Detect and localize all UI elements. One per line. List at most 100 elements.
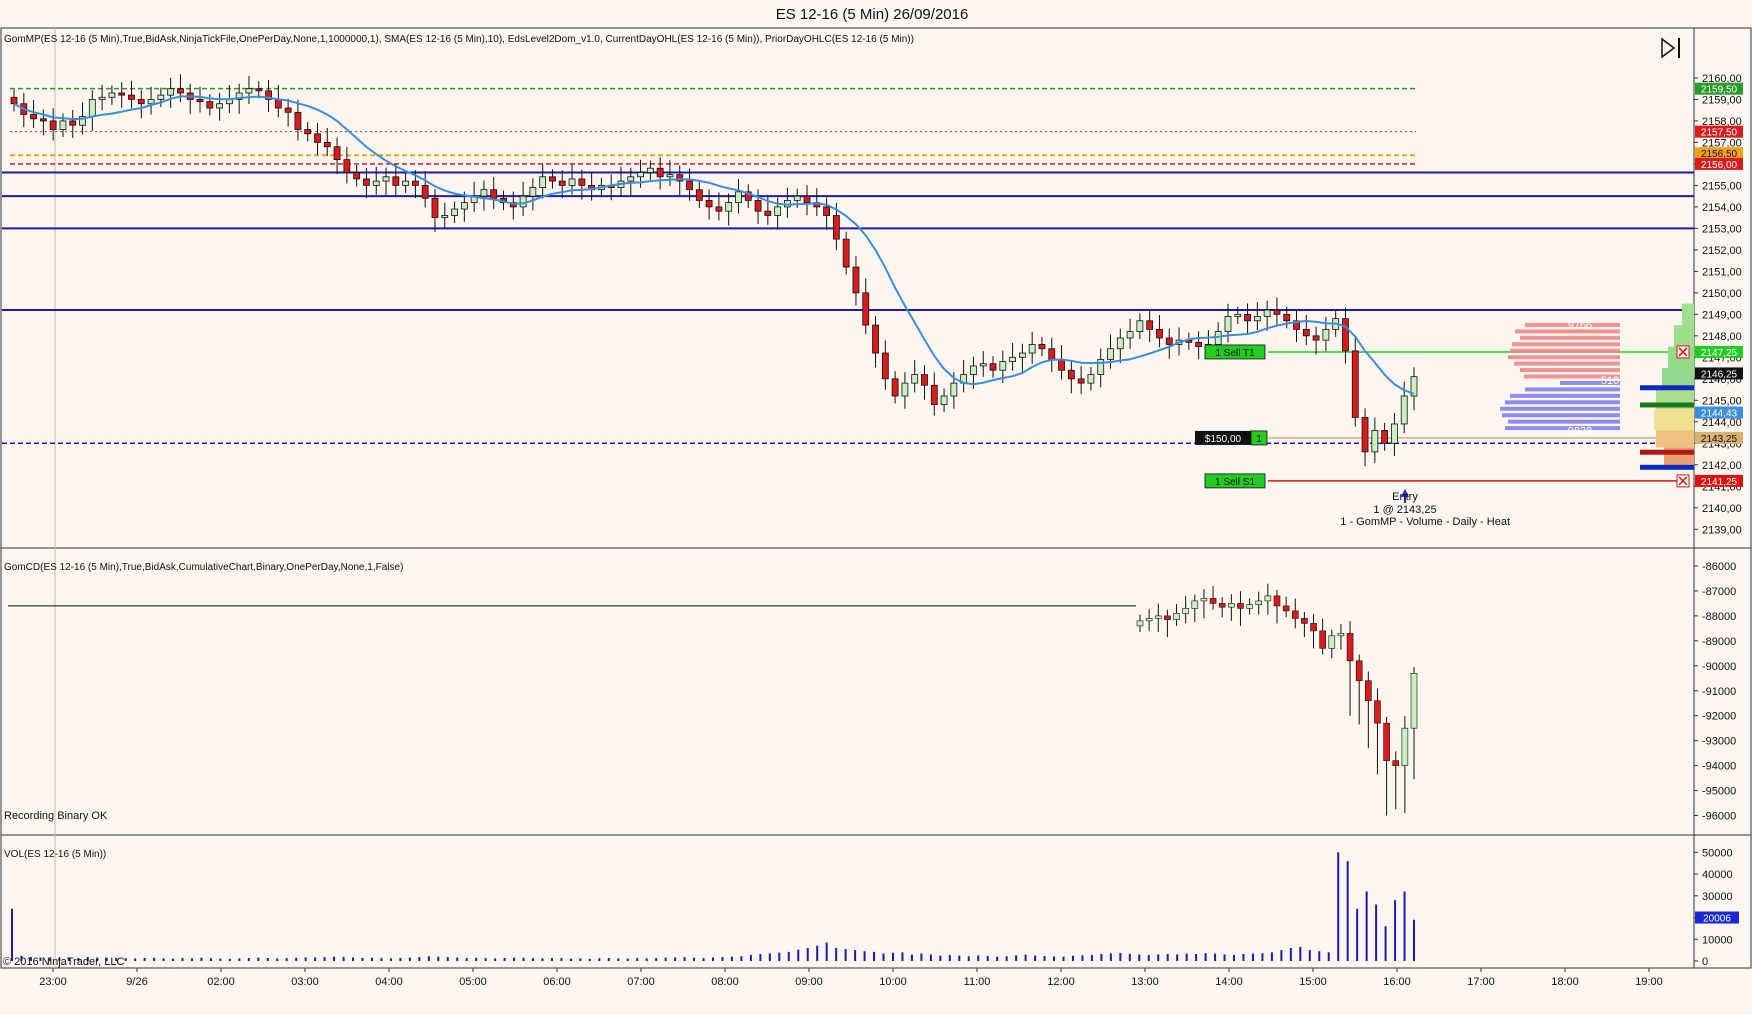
profile-bar-sell (1512, 342, 1620, 347)
volume-bar (532, 958, 535, 961)
volume-bar (996, 956, 999, 961)
volume-bar (939, 955, 942, 961)
cd-candle (1282, 605, 1290, 612)
volume-bar (219, 958, 222, 961)
volume-bar (1384, 926, 1387, 961)
volume-bar (626, 958, 629, 961)
volume-bar (1034, 955, 1037, 961)
cd-candle (1255, 600, 1263, 605)
price-candle (852, 266, 860, 294)
time-tick-label: 23:00 (39, 976, 67, 988)
time-tick-label: 9/26 (126, 976, 147, 988)
price-candle (656, 167, 664, 178)
volume-bar (1223, 954, 1226, 961)
volume-bar (1308, 950, 1311, 961)
profile-bar-buy (1510, 393, 1620, 398)
volume-bar (380, 958, 383, 961)
price-candle (803, 195, 811, 203)
copyright-label: © 2016 NinjaTrader, LLC (3, 956, 124, 968)
volume-bar (323, 957, 326, 961)
dom-heat-block (1674, 325, 1694, 347)
volume-bar (1166, 954, 1169, 961)
price-candle (255, 88, 263, 92)
price-candle (1400, 395, 1408, 425)
price-candle (666, 174, 674, 178)
volume-bar (1147, 954, 1150, 961)
price-candle (911, 374, 919, 384)
price-candle (1018, 352, 1026, 358)
price-tag-label: 2143,25 (1701, 434, 1738, 445)
price-candle (1244, 313, 1251, 322)
volume-bar (636, 958, 639, 961)
price-candle (343, 159, 351, 173)
price-candle (245, 88, 253, 94)
sell-target-label: 1 Sell T1 (1215, 348, 1255, 359)
price-tick-label: 2151,00 (1702, 266, 1742, 278)
position-pnl: $150,00 1 (1195, 430, 1268, 446)
cd-tick-label: -88000 (1702, 611, 1736, 623)
cd-candle (1200, 598, 1208, 602)
volume-bar (1346, 861, 1349, 961)
chart-canvas[interactable]: ES 12-16 (5 Min) 26/09/2016 9766 516 9828 1… (0, 0, 1752, 1015)
price-footer-label: 1 - GomMP - Volume - Daily - Heat (1340, 516, 1510, 528)
cumulative-delta-panel[interactable] (8, 583, 1418, 816)
price-tick-label: 2142,00 (1702, 460, 1742, 472)
price-candle (881, 352, 889, 380)
price-candle (754, 200, 762, 212)
price-candle (1342, 318, 1349, 352)
volume-bar (1109, 953, 1112, 961)
price-candle (1224, 316, 1232, 332)
price-candle (1067, 369, 1075, 380)
price-candle (901, 382, 909, 397)
price-candle (69, 120, 77, 126)
price-candle (196, 99, 204, 102)
price-candle (88, 99, 96, 118)
volume-bar (674, 957, 677, 961)
price-candle (314, 133, 321, 143)
volume-bar (560, 958, 563, 961)
price-panel[interactable]: 9766 516 9828 1 Sell T1 1 Sell S1 $150,00 1 Ent… (2, 28, 1694, 968)
volume-bar (181, 958, 184, 961)
volume-bar (569, 958, 572, 961)
price-candle (558, 180, 566, 186)
price-candle (549, 176, 556, 182)
volume-bar (1242, 954, 1245, 961)
profile-bar-sell (1510, 348, 1620, 353)
price-candle (989, 363, 997, 371)
price-tick-label: 2154,00 (1702, 202, 1742, 214)
volume-bar (1024, 954, 1027, 961)
volume-bar (304, 957, 307, 961)
time-tick-label: 10:00 (879, 976, 907, 988)
volume-bar (153, 957, 156, 961)
price-candle (539, 176, 547, 188)
price-candle (98, 96, 106, 100)
volume-bar (1318, 951, 1321, 961)
price-candle (274, 99, 282, 109)
volume-bar (806, 947, 809, 961)
volume-bar (1365, 891, 1368, 961)
play-icon (1661, 37, 1676, 59)
panel-frame-1 (0, 547, 1752, 836)
volume-bar (494, 958, 497, 961)
volume-bar (721, 957, 724, 961)
cd-candle (1410, 672, 1418, 729)
pnl-label: $150,00 (1205, 434, 1242, 445)
price-candle (206, 101, 214, 109)
volume-bar (712, 957, 714, 961)
price-candle (970, 365, 977, 375)
volume-bar (522, 957, 525, 961)
profile-label: 9766 (1568, 319, 1592, 331)
volume-bar (730, 956, 733, 961)
dom-heat-block (1656, 430, 1694, 448)
volume-panel[interactable] (11, 852, 1415, 961)
cd-candle (1392, 760, 1400, 766)
price-axis[interactable]: 2160,002159,002158,002157,002156,002155,… (1676, 73, 1743, 968)
profile-bar-buy (1525, 387, 1620, 392)
cd-tick-label: -87000 (1702, 586, 1736, 598)
price-candle (774, 206, 782, 216)
price-candle (637, 172, 644, 178)
price-tag-label: 2159,50 (1701, 85, 1738, 96)
cd-candle (1191, 600, 1199, 609)
cd-candle (1310, 623, 1317, 632)
cd-candle (1301, 618, 1308, 624)
